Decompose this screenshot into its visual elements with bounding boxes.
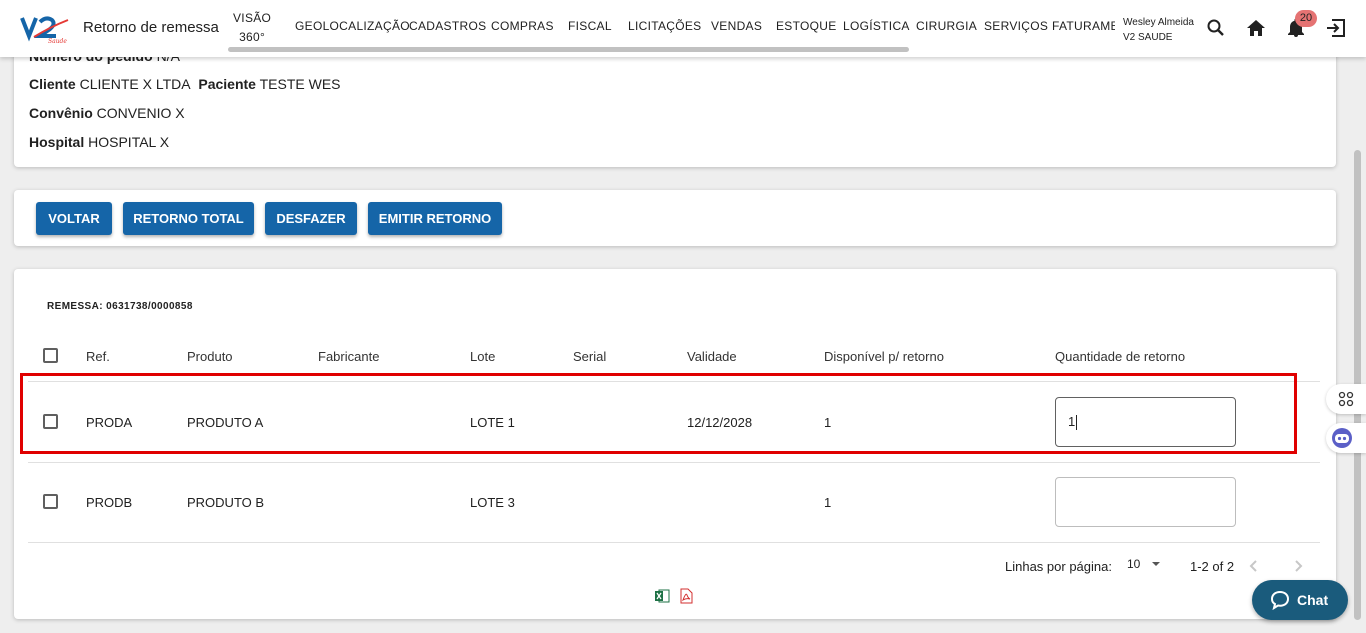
user-name: Wesley Almeida [1123,17,1194,28]
nav-licitacoes[interactable]: LICITAÇÕES [628,19,701,33]
convenio-label: Convênio [29,105,93,121]
nav-logistica[interactable]: LOGÍSTICA [843,19,910,33]
header-serial[interactable]: Serial [573,349,606,364]
apps-grid-icon [1338,391,1354,407]
page-title: Retorno de remessa [83,19,219,36]
rows-per-page-value: 10 [1127,557,1141,571]
header-fabricante[interactable]: Fabricante [318,349,379,364]
text-cursor [1076,415,1078,431]
header-lote[interactable]: Lote [470,349,495,364]
row-divider [28,542,1320,543]
nav-estoque[interactable]: ESTOQUE [776,19,837,33]
voltar-button[interactable]: VOLTAR [36,202,112,235]
cell-lote: LOTE 3 [470,495,515,510]
header-ref[interactable]: Ref. [86,349,110,364]
nav-cadastros[interactable]: CADASTROS [409,19,486,33]
apps-side-tab[interactable] [1326,384,1366,414]
row-divider [28,381,1320,382]
quantidade-input[interactable]: 1 [1055,397,1236,447]
quantidade-input[interactable] [1055,477,1236,527]
items-table-card: REMESSA: 0631738/0000858 Ref. Produto Fa… [14,269,1336,619]
cell-disponivel: 1 [824,495,832,510]
rows-per-page-label: Linhas por página: [1005,559,1112,574]
row-divider [28,462,1320,463]
logout-icon[interactable] [1324,16,1348,40]
rows-per-page-select[interactable]: 10 [1127,557,1162,571]
chat-bubble-icon [1270,590,1290,610]
header-validade[interactable]: Validade [687,349,737,364]
chevron-down-icon [1151,562,1160,566]
svg-text:Saude: Saude [48,38,67,44]
search-icon[interactable] [1204,16,1228,40]
user-company: V2 SAUDE [1123,32,1173,43]
cell-lote: LOTE 1 [470,415,515,430]
notification-badge: 20 [1295,10,1317,27]
row-checkbox[interactable] [43,494,58,509]
cell-produto: PRODUTO B [187,495,265,510]
prev-page-icon[interactable] [1244,556,1264,576]
hospital-value: HOSPITAL X [88,134,170,150]
header-disponivel[interactable]: Disponível p/ retorno [824,349,944,364]
cliente-value: CLIENTE X LTDA [79,76,191,92]
cliente-label: Cliente [29,76,76,92]
convenio-line: Convênio CONVENIO X [29,105,185,121]
retorno-total-button[interactable]: RETORNO TOTAL [123,202,254,235]
nav-geolocalizacao[interactable]: GEOLOCALIZAÇÃO [295,19,410,33]
quantidade-value: 1 [1068,414,1076,429]
nav-compras[interactable]: COMPRAS [491,19,554,33]
desfazer-button[interactable]: DESFAZER [265,202,357,235]
actions-card: VOLTAR RETORNO TOTAL DESFAZER EMITIR RET… [14,190,1336,246]
cell-validade: 12/12/2028 [687,415,753,430]
paciente-value: TESTE WES [259,76,341,92]
nav-faturamento[interactable]: FATURAMENTO [1052,19,1115,33]
chat-button[interactable]: Chat [1252,580,1348,620]
home-icon[interactable] [1244,16,1268,40]
nav-visao-line2: 360° [239,30,266,44]
header-produto[interactable]: Produto [187,349,233,364]
cell-disponivel: 1 [824,415,832,430]
header-quantidade[interactable]: Quantidade de retorno [1055,349,1185,364]
v2-saude-logo[interactable]: Saude [20,12,70,44]
remessa-label: REMESSA: 0631738/0000858 [47,301,193,312]
paciente-label: Paciente [198,76,256,92]
cell-produto: PRODUTO A [187,415,264,430]
nav-fiscal[interactable]: FISCAL [568,19,612,33]
excel-export-icon[interactable] [654,588,670,604]
emitir-retorno-button[interactable]: EMITIR RETORNO [368,202,502,235]
select-all-checkbox[interactable] [43,348,58,363]
assistant-bot-icon [1332,428,1352,448]
next-page-icon[interactable] [1288,556,1308,576]
cell-ref: PRODB [86,495,133,510]
hospital-label: Hospital [29,134,85,150]
nav-cirurgia[interactable]: CIRURGIA [916,19,977,33]
row-checkbox[interactable] [43,414,58,429]
nav-vendas[interactable]: VENDAS [711,19,762,33]
cliente-line: Cliente CLIENTE X LTDA Paciente TESTE WE… [29,76,341,92]
nav-visao-360[interactable]: VISÃO 360° [233,9,271,47]
user-info[interactable]: Wesley Almeida V2 SAUDE [1123,15,1194,45]
cell-ref: PRODA [86,415,133,430]
nav-servicos[interactable]: SERVIÇOS [984,19,1048,33]
page-range: 1-2 of 2 [1190,559,1235,574]
assistant-side-tab[interactable] [1326,423,1366,453]
nav-visao-line1: VISÃO [233,11,272,25]
chat-label: Chat [1297,592,1329,608]
pdf-export-icon[interactable] [678,588,694,604]
convenio-value: CONVENIO X [96,105,185,121]
hospital-line: Hospital HOSPITAL X [29,134,169,150]
nav-scrollbar[interactable] [228,47,909,52]
top-bar: Saude Retorno de remessa VISÃO 360° GEOL… [0,0,1366,57]
